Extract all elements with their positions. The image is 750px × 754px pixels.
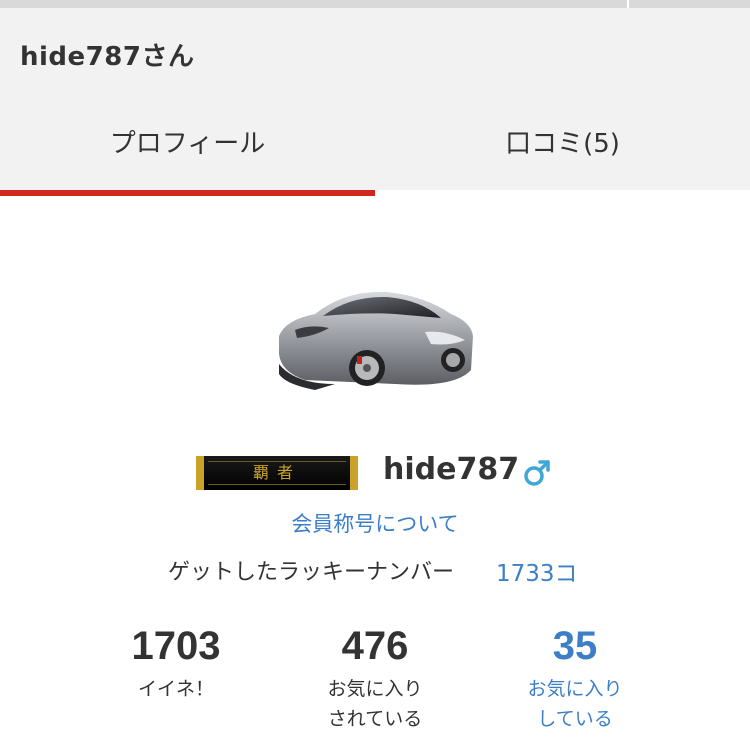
- member-title-link[interactable]: 会員称号について: [0, 508, 750, 538]
- tab-reviews-label: 口コミ(5): [505, 129, 620, 159]
- tab-profile[interactable]: プロフィール: [0, 112, 375, 190]
- stat-likes-label: イイネ！: [137, 678, 214, 700]
- male-icon: [524, 460, 550, 486]
- stat-favoriting-label: お気に入り している: [475, 674, 675, 734]
- stat-likes: 1703 イイネ！: [76, 622, 276, 704]
- rank-badge: 覇者: [196, 456, 358, 490]
- active-tab-indicator: [0, 190, 375, 196]
- stat-favorited-value: 476: [341, 624, 409, 668]
- stat-favorited-label: お気に入り されている: [275, 674, 475, 734]
- stat-favoriting-label-line1: お気に入り: [527, 678, 623, 700]
- profile-header: hide787さん プロフィール 口コミ(5): [0, 8, 750, 196]
- tab-profile-label: プロフィール: [109, 129, 266, 159]
- stat-favorited-label-line1: お気に入り: [327, 678, 423, 700]
- top-status-divider: [627, 0, 629, 8]
- car-avatar-image: [279, 291, 473, 390]
- stat-favoriting-value: 35: [552, 624, 598, 668]
- top-status-bar: [0, 0, 750, 8]
- stat-favorited-label-line2: されている: [327, 708, 423, 730]
- stat-favoriting-label-line2: している: [537, 708, 613, 730]
- stat-favoriting[interactable]: 35 お気に入り している: [475, 622, 675, 734]
- tab-reviews[interactable]: 口コミ(5): [375, 112, 750, 190]
- rank-badge-text: 覇者: [208, 461, 346, 485]
- stat-favorited: 476 お気に入り されている: [275, 622, 475, 734]
- lucky-number-label: ゲットしたラッキーナンバー: [168, 560, 455, 585]
- lucky-number-value[interactable]: 1733コ: [496, 554, 578, 588]
- page-title: hide787さん: [20, 42, 195, 72]
- username: hide787: [383, 452, 520, 487]
- stat-likes-value: 1703: [131, 624, 221, 668]
